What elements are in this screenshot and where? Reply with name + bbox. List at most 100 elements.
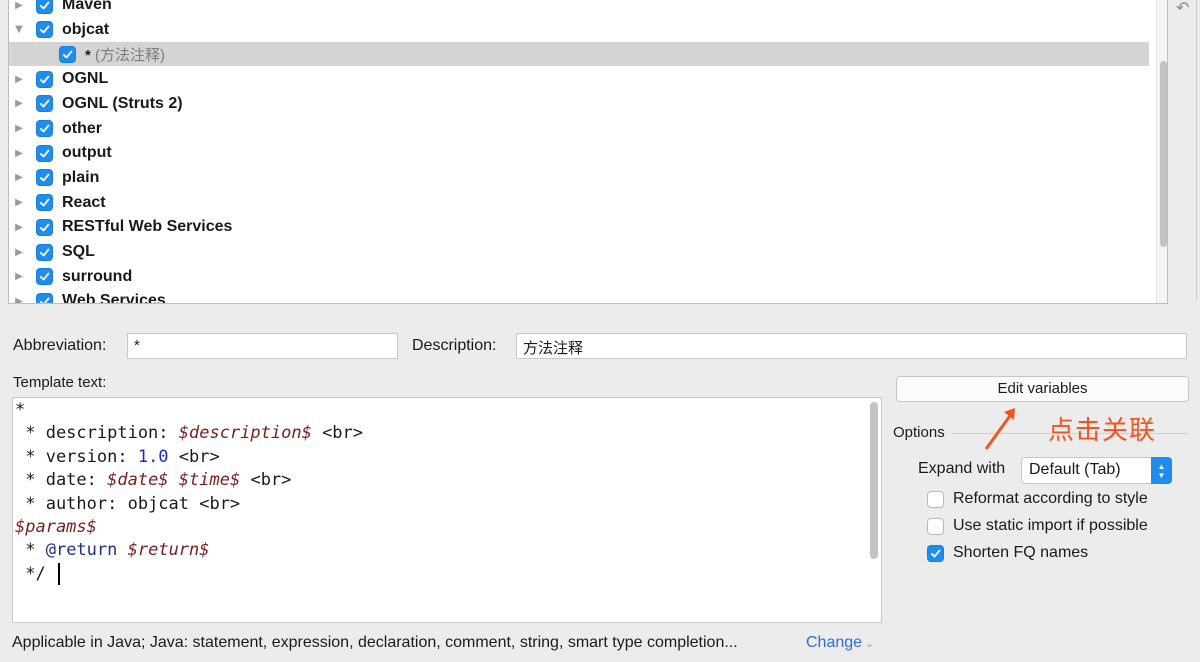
tree-group-row[interactable]: ▶ Web Services [9, 289, 1149, 303]
abbreviation-input[interactable]: * [127, 333, 398, 359]
chevron-down-icon: ⌄ [865, 638, 875, 650]
code-token: <br> [240, 470, 292, 491]
template-code: * * description: $description$ <br> * ve… [15, 399, 363, 586]
option-checkbox[interactable] [927, 491, 944, 508]
row-checkbox[interactable] [36, 120, 53, 137]
row-checkbox[interactable] [59, 45, 76, 63]
code-line: * version: 1.0 <br> [15, 446, 363, 469]
code-token: * description: [15, 423, 179, 444]
tree-row-label: Maven [62, 0, 112, 13]
triangle-right-icon[interactable]: ▶ [13, 73, 25, 85]
editor-scroll-thumb[interactable] [870, 402, 878, 559]
row-checkbox[interactable] [36, 95, 53, 113]
code-token: <br> [311, 423, 364, 444]
tree-scrollbar[interactable] [1156, 0, 1167, 303]
row-checkbox[interactable] [36, 0, 53, 14]
panel-divider [1196, 0, 1197, 300]
expand-with-select[interactable]: Default (Tab) ▲ ▼ [1021, 457, 1172, 484]
code-token: @return [45, 540, 118, 561]
code-token: * author: objcat <br> [15, 493, 241, 514]
code-token: <br> [168, 446, 220, 467]
tree-row-label: surround [62, 267, 133, 285]
undo-icon[interactable]: ↶ [1176, 0, 1194, 17]
template-variable: $date$ [107, 470, 169, 491]
tree-group-row[interactable]: ▶ other [9, 117, 1149, 141]
code-token: * version: [15, 446, 138, 467]
tree-group-row[interactable]: ▶ plain [9, 166, 1149, 190]
template-tree[interactable]: ▶ Maven ▼ objcat * (方法注释) ▶ OGNL ▶ OGNL (Struts … [8, 0, 1168, 304]
change-contexts-link[interactable]: Change ⌄ [806, 634, 874, 652]
option-label[interactable]: Use static import if possible [953, 517, 1148, 535]
option-label[interactable]: Reformat according to style [953, 490, 1148, 508]
tree-group-row[interactable]: ▼ objcat [9, 18, 1149, 42]
triangle-right-icon[interactable]: ▶ [13, 221, 25, 233]
tree-row-label: objcat [62, 20, 110, 38]
edit-variables-button[interactable]: Edit variables [896, 376, 1189, 402]
triangle-right-icon[interactable]: ▶ [13, 295, 25, 303]
option-label[interactable]: Shorten FQ names [953, 544, 1088, 562]
expand-with-value: Default (Tab) [1029, 461, 1121, 478]
code-line: * date: $date$ $time$ <br> [15, 469, 363, 492]
description-input[interactable]: 方法注释 [516, 333, 1187, 359]
tree-group-row[interactable]: ▶ OGNL [9, 67, 1149, 91]
annotation-text: 点击关联 [1048, 416, 1157, 446]
code-token: 1.0 [137, 446, 169, 467]
triangle-right-icon[interactable]: ▶ [13, 98, 25, 110]
tree-group-row[interactable]: ▶ SQL [9, 240, 1149, 264]
row-checkbox[interactable] [36, 70, 53, 88]
template-abbreviation: * [85, 46, 96, 64]
row-checkbox[interactable] [36, 194, 53, 212]
tree-row-label: OGNL (Struts 2) [62, 94, 183, 112]
code-line: $params$ [15, 516, 363, 539]
triangle-right-icon[interactable]: ▶ [13, 172, 25, 184]
triangle-down-icon[interactable]: ▼ [13, 24, 25, 36]
tree-group-row[interactable]: ▶ RESTful Web Services [9, 215, 1149, 239]
row-checkbox[interactable] [36, 268, 53, 286]
template-text-label: Template text: [13, 374, 107, 391]
options-title: Options [893, 424, 945, 441]
tree-row-label: SQL [62, 243, 95, 260]
code-line: * description: $description$ <br> [15, 422, 363, 445]
change-label: Change [806, 634, 863, 651]
row-checkbox[interactable] [36, 144, 53, 162]
triangle-right-icon[interactable]: ▶ [13, 246, 25, 258]
tree-row-label: plain [62, 168, 100, 186]
tree-group-row[interactable]: ▶ surround [9, 265, 1149, 289]
applicable-contexts-text: Applicable in Java; Java: statement, exp… [12, 634, 738, 651]
code-line: */ [15, 562, 363, 586]
code-line: * [15, 399, 363, 422]
row-checkbox[interactable] [36, 243, 53, 261]
description-label: Description: [412, 337, 497, 354]
triangle-right-icon[interactable]: ▶ [13, 123, 25, 135]
annotation-arrow-icon [984, 408, 1015, 450]
option-checkbox[interactable] [927, 518, 944, 535]
chevron-updown-icon: ▲ ▼ [1151, 457, 1172, 484]
triangle-right-icon[interactable]: ▶ [13, 0, 25, 11]
triangle-right-icon[interactable]: ▶ [13, 197, 25, 209]
tree-group-row[interactable]: ▶ Maven [9, 0, 1149, 17]
code-token: * [15, 400, 26, 420]
tree-row-label: * (方法注释) [85, 44, 165, 65]
tree-group-row[interactable]: ▶ OGNL (Struts 2) [9, 92, 1149, 116]
triangle-right-icon[interactable]: ▶ [13, 147, 25, 159]
template-variable: $return$ [127, 540, 210, 561]
triangle-right-icon[interactable]: ▶ [13, 271, 25, 283]
tree-row-label: OGNL [62, 70, 109, 88]
row-checkbox[interactable] [36, 169, 53, 187]
tree-group-row[interactable]: ▶ output [9, 141, 1149, 165]
row-checkbox[interactable] [36, 292, 53, 303]
tree-child-row[interactable]: * (方法注释) [9, 42, 1149, 67]
code-token: */ [15, 563, 56, 584]
tree-row-label: React [62, 193, 106, 211]
tree-scroll-thumb[interactable] [1160, 61, 1167, 247]
text-caret [57, 562, 60, 585]
row-checkbox[interactable] [36, 21, 53, 39]
template-editor[interactable]: * * description: $description$ <br> * ve… [12, 397, 882, 623]
row-checkbox[interactable] [36, 218, 53, 236]
code-line: * @return $return$ [15, 539, 363, 562]
code-token: * [15, 540, 46, 561]
tree-group-row[interactable]: ▶ React [9, 191, 1149, 215]
option-checkbox[interactable] [927, 545, 944, 562]
